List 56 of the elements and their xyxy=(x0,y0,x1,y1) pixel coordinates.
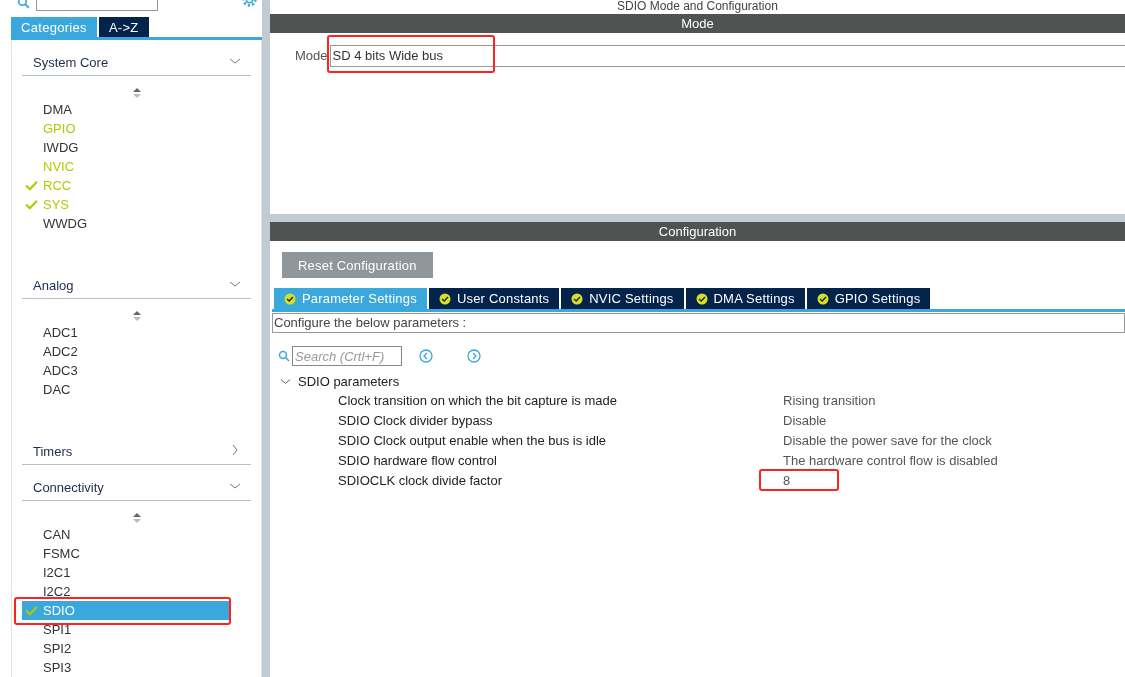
category-title: System Core xyxy=(33,54,109,72)
mode-field[interactable]: SD 4 bits Wide bus xyxy=(329,44,1125,67)
category-header[interactable]: System Core xyxy=(22,40,251,76)
peripheral-item[interactable]: WWDG xyxy=(22,214,251,233)
peripheral-item[interactable]: DMA xyxy=(22,100,251,119)
section-header: Mode xyxy=(270,14,1125,33)
mode-label: Mode xyxy=(295,48,328,63)
parameter-name: Clock transition on which the bit capture is made xyxy=(337,392,618,410)
peripheral-item[interactable]: I2C1 xyxy=(22,563,251,582)
section-header: Configuration xyxy=(270,222,1125,241)
category-header[interactable]: Timers xyxy=(22,429,251,465)
settings-tab[interactable]: NVIC Settings xyxy=(561,288,684,309)
peripheral-item[interactable]: ADC2 xyxy=(22,342,251,361)
parameter-value[interactable]: Disable xyxy=(783,413,827,428)
parameter-value[interactable]: The hardware control flow is disabled xyxy=(783,453,998,468)
peripheral-item[interactable]: CAN xyxy=(22,525,251,544)
search-icon xyxy=(278,350,290,362)
peripheral-item[interactable]: ADC1 xyxy=(22,323,251,342)
peripheral-item[interactable]: DAC xyxy=(22,380,251,399)
parameter-name: SDIO Clock divider bypass xyxy=(337,412,494,430)
previous-icon[interactable] xyxy=(419,349,433,363)
peripheral-item[interactable]: SPI2 xyxy=(22,639,251,658)
peripheral-item[interactable]: ADC3 xyxy=(22,361,251,380)
parameter-value[interactable]: Rising transition xyxy=(783,393,876,408)
peripheral-item[interactable]: I2C2 xyxy=(22,582,251,601)
check-circle-icon xyxy=(816,292,829,305)
parameter-name: SDIO hardware flow control xyxy=(337,452,498,470)
parameter-name: SDIO Clock output enable when the bus is idle xyxy=(337,432,608,450)
instruction-text: Configure the below parameters : xyxy=(272,313,1125,333)
page-title: SDIO Mode and Configuration xyxy=(616,0,779,14)
category-tab[interactable]: A->Z xyxy=(98,17,149,37)
settings-tab[interactable]: DMA Settings xyxy=(685,288,805,309)
category-title: Analog xyxy=(33,277,74,295)
category-header[interactable]: Connectivity xyxy=(22,465,251,501)
parameter-value[interactable]: Disable the power save for the clock xyxy=(783,433,992,448)
next-icon[interactable] xyxy=(467,349,481,363)
sort-icon[interactable] xyxy=(132,88,141,98)
settings-tab[interactable]: GPIO Settings xyxy=(806,288,931,309)
check-circle-icon xyxy=(438,292,451,305)
sort-icon[interactable] xyxy=(132,513,141,523)
settings-tab[interactable]: User Constants xyxy=(428,288,560,309)
parameter-group-title: SDIO parameters xyxy=(298,373,400,389)
check-circle-icon xyxy=(284,292,296,305)
peripheral-item[interactable]: FSMC xyxy=(22,544,251,563)
peripheral-item[interactable]: SPI3 xyxy=(22,658,251,677)
search-field[interactable]: Search (Crtl+F) xyxy=(292,346,402,366)
check-circle-icon xyxy=(695,292,708,305)
sort-icon[interactable] xyxy=(132,311,141,321)
parameter-name: SDIOCLK clock divide factor xyxy=(337,472,503,490)
category-title: Connectivity xyxy=(33,479,104,497)
category-header[interactable]: Analog xyxy=(22,263,251,299)
peripheral-item[interactable]: IWDG xyxy=(22,138,251,157)
parameter-value[interactable]: 8 xyxy=(783,473,791,488)
category-title: Timers xyxy=(33,443,73,461)
check-circle-icon xyxy=(571,292,584,305)
peripheral-item[interactable]: SPI1 xyxy=(22,620,251,639)
